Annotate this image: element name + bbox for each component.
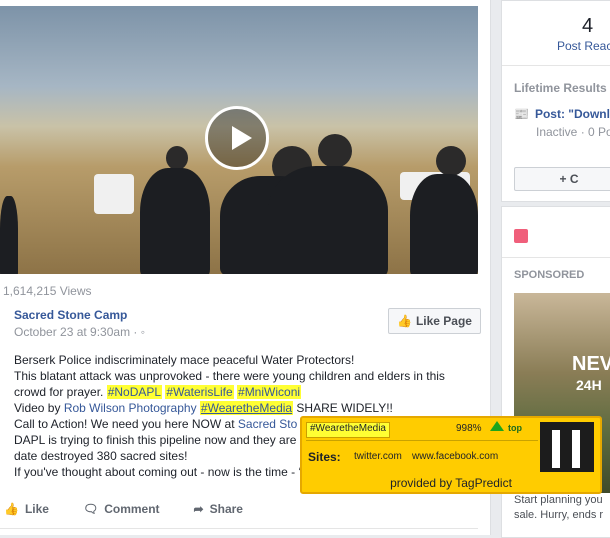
thumbs-up-icon: 👍 [397,314,412,328]
insights-card: 4 Post Reac Lifetime Results 📰 Post: "Dow… [501,0,610,202]
play-icon[interactable] [205,106,269,170]
sites-label: Sites: [308,450,341,464]
thumbnail-bar [572,430,580,468]
like-page-button[interactable]: 👍 Like Page [388,308,481,334]
divider [306,440,538,441]
sacred-stone-link[interactable]: Sacred Sto [238,417,297,431]
post-header: Sacred Stone Camp October 23 at 9:30am ·… [14,308,145,339]
share-label: Share [209,502,243,516]
person-head [318,134,352,168]
divider [0,528,478,529]
hashtag-link[interactable]: #WearetheMedia [199,401,294,415]
thumbs-up-icon: 👍 [4,502,19,516]
comment-label: Comment [104,502,160,516]
view-count: 1,614,215 Views [3,284,92,298]
ad-caption-line: sale. Hurry, ends r [514,509,604,521]
video-player[interactable] [0,6,478,274]
arrow-up-icon [490,421,504,431]
post-line: Berserk Police indiscriminately mace pea… [14,353,355,367]
like-label: Like [24,502,49,516]
ad-headline: NEV [572,353,610,375]
popup-top-link[interactable]: top [508,423,522,433]
photographer-link[interactable]: Rob Wilson Photography [64,401,197,415]
gift-icon [514,229,528,243]
post-reach-link[interactable]: Post Reac [557,39,610,53]
site-thumbnail [540,422,594,472]
ad-caption: Start planning you sale. Hurry, ends r [514,493,603,523]
comment-action[interactable]: 🗨 Comment [83,498,160,520]
hashtag-link[interactable]: #WaterisLife [165,385,234,399]
protester-figure [268,166,388,274]
tagpredict-popup: #WearetheMedia 998% top Sites: twitter.c… [300,416,602,494]
post-text-span: Video by [14,401,64,415]
person-figure [0,196,18,274]
share-action[interactable]: ➦ Share [194,498,243,520]
site-link[interactable]: www.facebook.com [412,451,498,462]
megaphone-icon: 📰 [514,107,529,121]
site-link[interactable]: twitter.com [354,451,402,462]
divider [502,65,610,66]
post-line: This blatant attack was unprovoked - the… [14,369,445,383]
post-timestamp[interactable]: October 23 at 9:30am · ◦ [14,325,145,339]
popup-percent: 998% [456,423,482,434]
ad-caption-line: Start planning you [514,494,603,506]
post-status: Inactive · 0 Po [536,125,610,139]
ad-subheadline: 24H [576,377,602,393]
page-name-link[interactable]: Sacred Stone Camp [14,308,145,322]
post-text-span: crowd for prayer. [14,385,107,399]
person-head [166,146,188,170]
post-title: Post: "Downl [534,107,610,121]
post-line: crowd for prayer. #NoDAPL #WaterisLife #… [14,384,464,400]
hashtag-link[interactable]: #NoDAPL [106,385,163,399]
post-actions: 👍 Like 🗨 Comment ➦ Share [0,498,482,520]
post-text-span: Call to Action! We need you here NOW at [14,417,238,431]
person-head [436,146,466,176]
comment-icon: 🗨 [82,502,99,516]
hashtag-link[interactable]: #MniWiconi [237,385,302,399]
thumbnail-bar [552,430,560,468]
officer-figure [140,168,210,274]
post-text-span: SHARE WIDELY!! [293,401,393,415]
divider [502,257,610,258]
timestamp-text[interactable]: October 23 at 9:30am · [14,325,141,339]
popup-footer: provided by TagPredict [390,476,512,490]
sponsored-label: SPONSORED [514,269,585,281]
protester-figure [410,174,478,274]
globe-icon: ◦ [140,325,145,339]
boosted-post-item[interactable]: 📰 Post: "Downl [514,107,610,121]
create-button[interactable]: + C [514,167,610,191]
post-line: Video by Rob Wilson Photography #Weareth… [14,400,464,416]
vehicle [94,174,134,214]
reach-count: 4 [582,15,594,37]
share-icon: ➦ [193,502,204,516]
like-page-label: Like Page [415,314,472,328]
popup-hashtag[interactable]: #WearetheMedia [306,422,390,438]
like-action[interactable]: 👍 Like [4,498,49,520]
lifetime-results-label: Lifetime Results [514,81,607,95]
